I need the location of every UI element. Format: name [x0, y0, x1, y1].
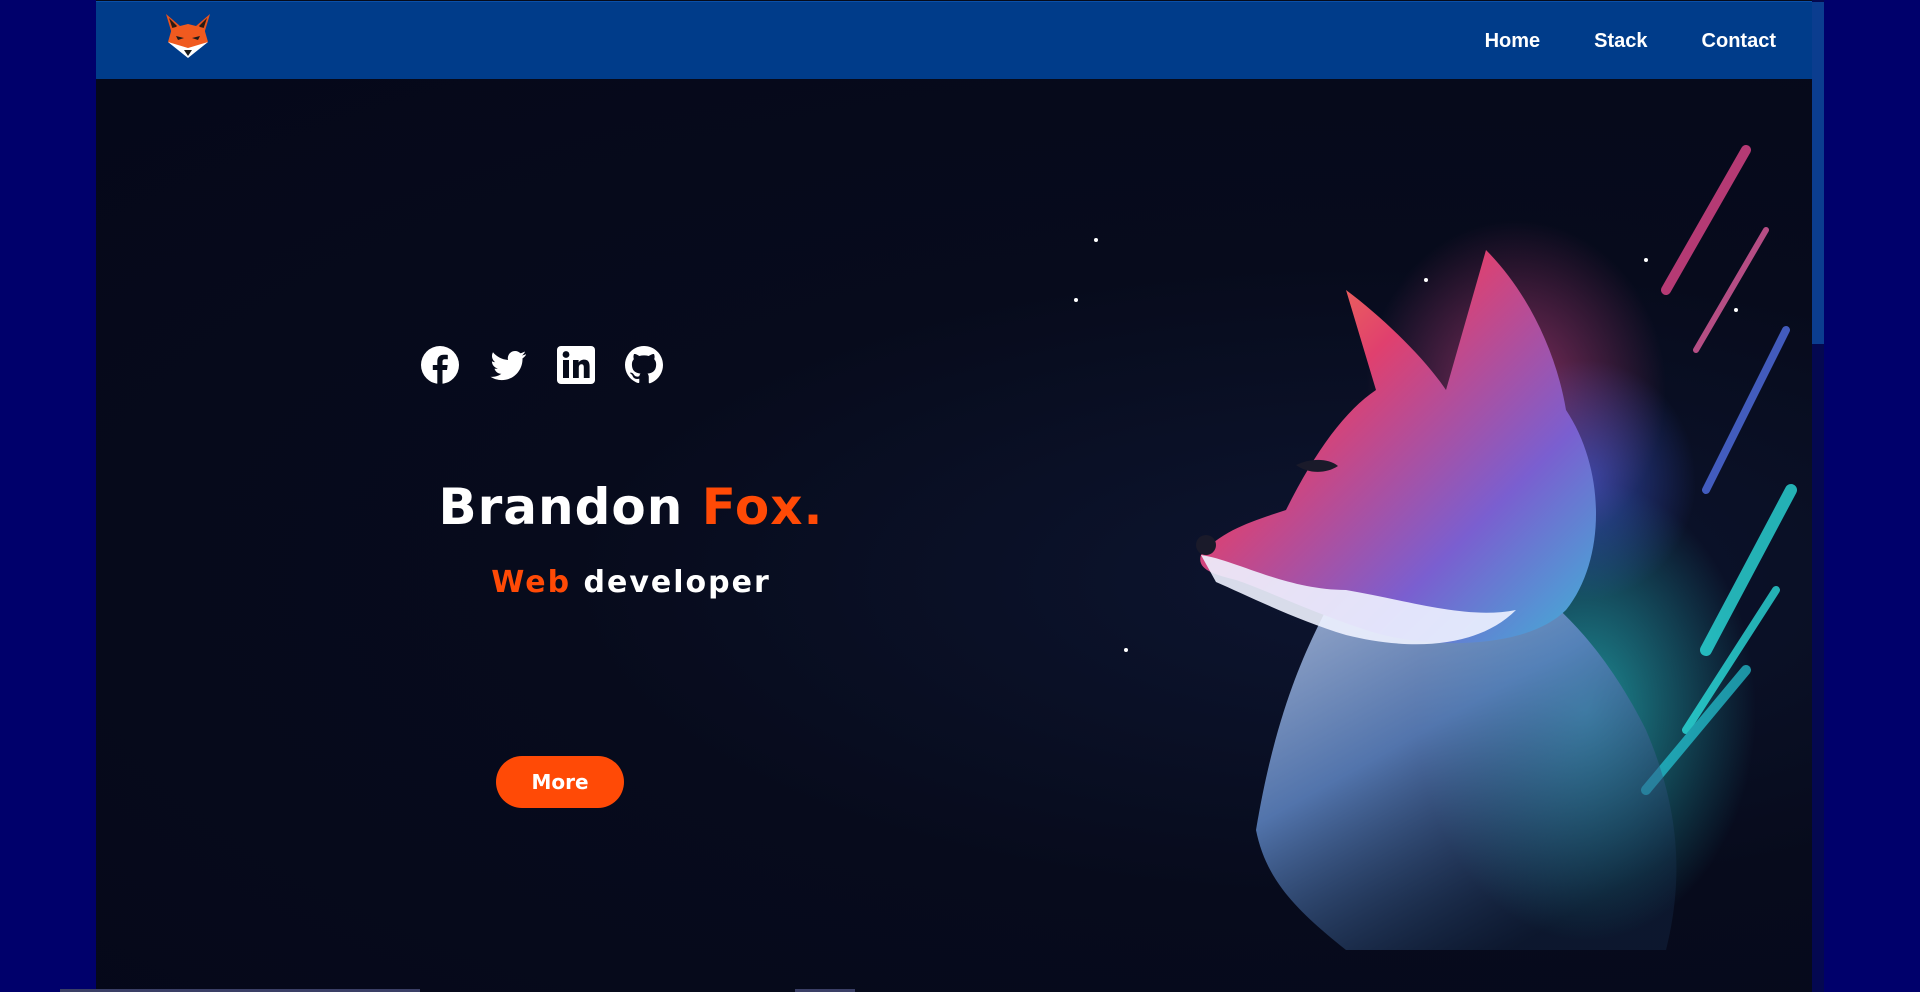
page: Home Stack Contact Brandon Fox. Web deve… — [96, 0, 1812, 992]
fox-logo-icon[interactable] — [162, 10, 214, 62]
linkedin-icon[interactable] — [556, 345, 596, 385]
hero-role-rest: developer — [583, 565, 771, 600]
twitter-icon[interactable] — [488, 345, 528, 385]
facebook-icon[interactable] — [420, 345, 460, 385]
neon-fox-illustration — [1074, 145, 1797, 950]
hero-role-accent: Web — [491, 565, 572, 600]
navbar: Home Stack Contact — [96, 1, 1812, 79]
scrollbar-thumb[interactable] — [1812, 2, 1824, 344]
social-links — [420, 345, 664, 385]
hero-role: Web developer — [396, 565, 866, 600]
nav-home-link[interactable]: Home — [1485, 30, 1541, 53]
nav-contact-link[interactable]: Contact — [1702, 30, 1776, 53]
right-gutter — [1824, 0, 1920, 992]
nav-stack-link[interactable]: Stack — [1594, 30, 1647, 53]
hero-name: Brandon Fox. — [396, 478, 866, 536]
more-button[interactable]: More — [496, 756, 624, 808]
hero-last-name: Fox. — [701, 478, 824, 536]
nav-links: Home Stack Contact — [1485, 2, 1776, 80]
github-icon[interactable] — [624, 345, 664, 385]
hero-first-name: Brandon — [438, 478, 684, 536]
